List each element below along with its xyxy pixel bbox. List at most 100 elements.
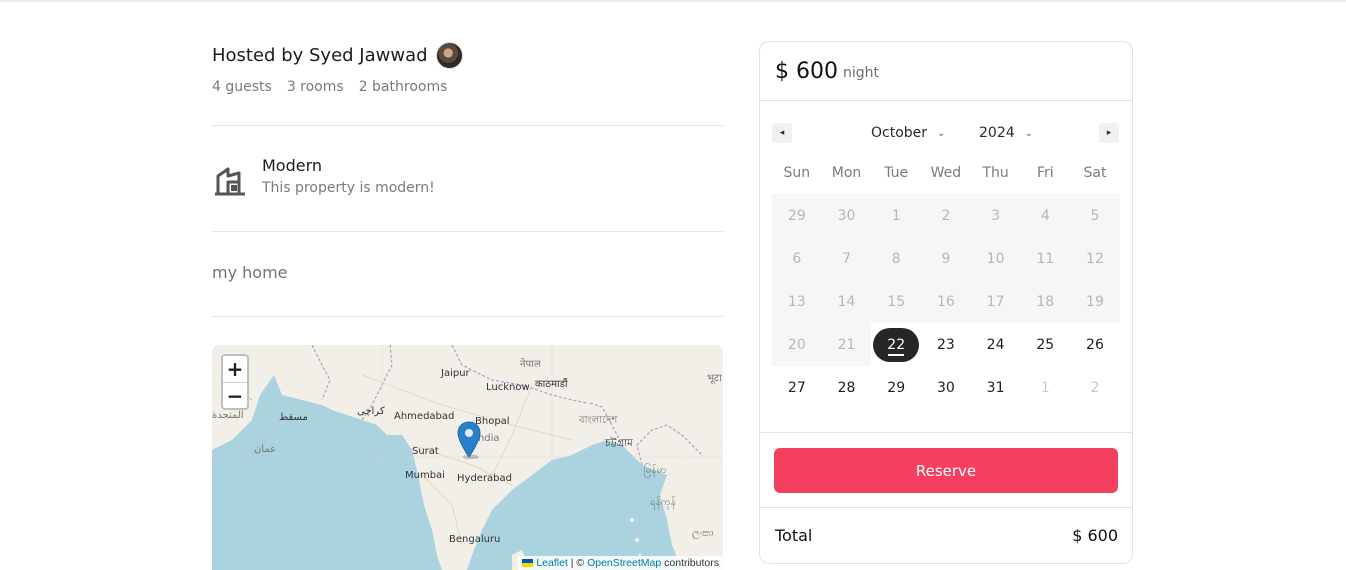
calendar-day: 21 (821, 323, 872, 366)
calendar-day-next-month[interactable]: 2 (1070, 366, 1120, 409)
map-label-bengaluru: Bengaluru (449, 534, 501, 545)
calendar-day: 1 (871, 194, 922, 237)
calendar-day: 3 (970, 194, 1021, 237)
calendar-day[interactable]: 30 (921, 366, 971, 409)
guests-count: 4 guests (212, 79, 272, 95)
map-attribution: Leaflet | © OpenStreetMap contributors (518, 556, 723, 570)
calendar-day-next-month[interactable]: 1 (1020, 366, 1070, 409)
calendar-week: 13 14 15 16 17 18 19 (772, 280, 1120, 323)
calendar-week: 29 30 1 2 3 4 5 (772, 194, 1120, 237)
map-label-bangladesh: বাংলাদেশ (579, 415, 618, 426)
month-select[interactable]: October ⌄ (871, 123, 945, 143)
location-map[interactable]: Jaipur Lucknow नेपाल काठमाडौं Ahmedabad … (212, 345, 723, 570)
map-label-oman: عمان (254, 444, 277, 455)
calendar-day[interactable]: 29 (871, 366, 921, 409)
map-label-chattogram: চট্টগ্রাম (605, 438, 633, 449)
listing-description: my home (212, 263, 288, 282)
zoom-in-button[interactable]: + (223, 356, 247, 382)
calendar-week: 27 28 29 30 31 1 2 (772, 366, 1120, 409)
map-label-myanmar: မြန်မာ (644, 465, 667, 476)
weekday-header: Sun Mon Tue Wed Thu Fri Sat (772, 165, 1120, 181)
calendar-day[interactable]: 28 (822, 366, 872, 409)
calendar-day: 4 (1020, 194, 1071, 237)
map-marker-icon[interactable] (457, 421, 481, 459)
chevron-down-icon: ⌄ (937, 127, 946, 139)
weekday-label: Sat (1083, 165, 1107, 181)
calendar-day[interactable]: 25 (1020, 323, 1070, 366)
nightly-price: $ 600 (775, 58, 838, 84)
next-month-button[interactable]: ▸ (1099, 123, 1119, 143)
total-row: Total $ 600 (760, 508, 1132, 563)
attribution-contributors: contributors (661, 557, 719, 569)
calendar-day: 14 (821, 280, 872, 323)
calendar-day[interactable]: 31 (971, 366, 1021, 409)
attribution-separator: | © (567, 557, 588, 569)
month-value: October (871, 125, 928, 141)
calendar-day: 17 (970, 280, 1021, 323)
ukraine-flag-icon (522, 559, 534, 568)
total-value: $ 600 (1072, 526, 1118, 545)
caret-right-icon: ▸ (1106, 128, 1112, 138)
calendar-day: 7 (821, 237, 872, 280)
weekday-label: Tue (884, 165, 909, 181)
map-label-kathmandu: काठमाडौं (535, 379, 568, 390)
building-icon (215, 167, 245, 196)
calendar-day: 5 (1070, 194, 1120, 237)
weekday-label: Thu (982, 165, 1009, 181)
calendar-day: 12 (1070, 237, 1120, 280)
caret-left-icon: ◂ (779, 128, 785, 138)
prev-month-button[interactable]: ◂ (772, 123, 792, 143)
date-calendar: ◂ October ⌄ 2024 ⌄ ▸ Sun Mon Tue Wed Thu… (760, 101, 1132, 433)
rooms-count: 3 rooms (286, 79, 344, 95)
reserve-section: Reserve (760, 433, 1132, 508)
map-label-nepal: नेपाल (520, 359, 541, 370)
zoom-control: + − (221, 354, 249, 410)
listing-info: Hosted by Syed Jawwad 4 guests 3 rooms 2… (212, 40, 723, 317)
calendar-week: 6 7 8 9 10 11 12 (772, 237, 1120, 280)
calendar-day: 18 (1020, 280, 1071, 323)
category-feature: Modern This property is modern! (212, 156, 723, 198)
calendar-day: 2 (921, 194, 971, 237)
calendar-day: 15 (871, 280, 922, 323)
leaflet-link[interactable]: Leaflet (536, 557, 568, 569)
host-title: Hosted by Syed Jawwad (212, 44, 428, 66)
calendar-day[interactable]: 23 (921, 323, 971, 366)
price-unit: night (842, 64, 879, 81)
calendar-day: 9 (921, 237, 971, 280)
osm-link[interactable]: OpenStreetMap (587, 557, 661, 569)
calendar-day: 16 (921, 280, 971, 323)
map-label-bhutan: भूटा (707, 373, 722, 384)
listing-stats: 4 guests 3 rooms 2 bathrooms (212, 79, 723, 95)
map-label-yangon: ရန်ကုန် (650, 497, 676, 508)
price-row: $ 600 night (760, 42, 1132, 101)
weekday-label: Wed (930, 165, 962, 181)
calendar-day: 29 (772, 194, 822, 237)
top-border (0, 0, 1346, 2)
map-label-karachi: کراچی (357, 406, 385, 417)
calendar-day-selected[interactable]: 22 (871, 323, 921, 366)
calendar-day[interactable]: 24 (971, 323, 1021, 366)
calendar-day: 10 (970, 237, 1021, 280)
avatar (435, 41, 463, 69)
map-label-uae: المتحدة (212, 410, 244, 421)
booking-card: $ 600 night ◂ October ⌄ 2024 ⌄ ▸ Sun Mon… (759, 41, 1133, 564)
calendar-day: 20 (772, 323, 822, 366)
bathrooms-count: 2 bathrooms (358, 79, 448, 95)
feature-title: Modern (262, 156, 323, 175)
map-label-lucknow: Lucknow (486, 382, 530, 393)
calendar-day[interactable]: 26 (1070, 323, 1120, 366)
calendar-day[interactable]: 27 (772, 366, 822, 409)
map-label-jaipur: Jaipur (441, 368, 470, 379)
calendar-day: 13 (772, 280, 822, 323)
zoom-out-button[interactable]: − (223, 382, 247, 408)
calendar-day: 19 (1070, 280, 1120, 323)
total-label: Total (775, 526, 813, 545)
calendar-day: 8 (871, 237, 922, 280)
weekday-label: Mon (831, 165, 862, 181)
calendar-day: 6 (772, 237, 822, 280)
reserve-button[interactable]: Reserve (774, 448, 1118, 493)
map-label-surat: Surat (412, 446, 439, 457)
year-select[interactable]: 2024 ⌄ (979, 123, 1033, 143)
map-label-mumbai: Mumbai (405, 470, 445, 481)
calendar-week: 20 21 22 23 24 25 26 (772, 323, 1120, 366)
